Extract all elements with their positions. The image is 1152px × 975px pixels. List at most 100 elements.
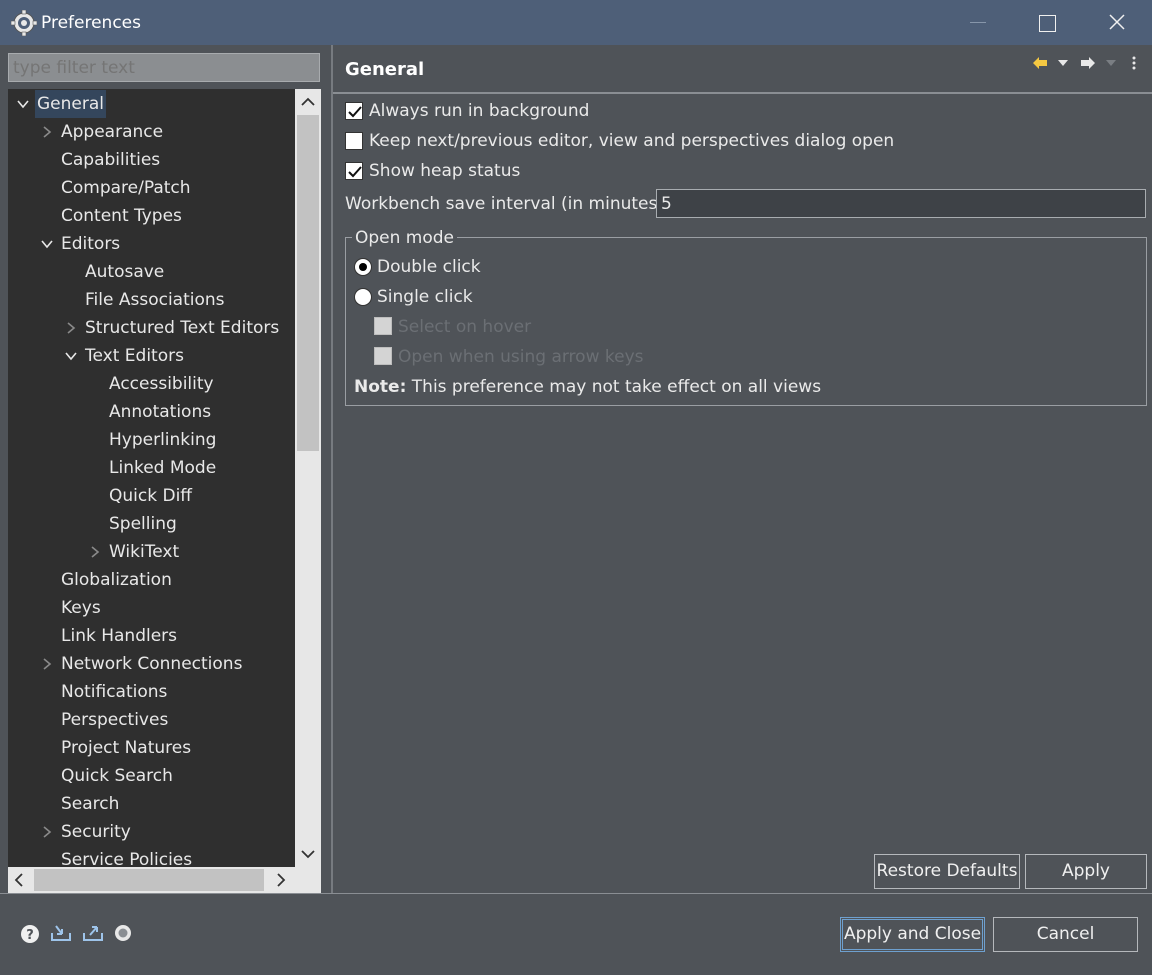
- tree-item[interactable]: WikiText: [8, 538, 295, 566]
- scroll-down-icon[interactable]: [301, 849, 315, 859]
- collapse-chevron-icon[interactable]: [40, 657, 54, 671]
- tree-item[interactable]: Capabilities: [8, 146, 295, 174]
- open-mode-note: Note: This preference may not take effec…: [354, 377, 821, 397]
- apply-and-close-button[interactable]: Apply and Close: [840, 917, 985, 952]
- tree-item[interactable]: Hyperlinking: [8, 426, 295, 454]
- tree-item-label: Quick Search: [61, 766, 173, 786]
- tree-item[interactable]: Linked Mode: [8, 454, 295, 482]
- tree-item[interactable]: Appearance: [8, 118, 295, 146]
- open-arrow-keys-label: Open when using arrow keys: [398, 347, 644, 367]
- tree-item[interactable]: Autosave: [8, 258, 295, 286]
- tree-item-label: Capabilities: [61, 150, 161, 170]
- tree-item[interactable]: Content Types: [8, 202, 295, 230]
- tree-item[interactable]: Globalization: [8, 566, 295, 594]
- checkmark-icon: [348, 106, 362, 118]
- minimize-button[interactable]: [955, 0, 1001, 45]
- export-icon[interactable]: [82, 924, 104, 942]
- apply-button[interactable]: Apply: [1025, 854, 1147, 889]
- radio-button[interactable]: [354, 258, 372, 276]
- radio-button[interactable]: [354, 288, 372, 306]
- collapse-chevron-icon[interactable]: [40, 825, 54, 839]
- tree-item-label: Compare/Patch: [61, 178, 191, 198]
- tree-horizontal-scrollbar[interactable]: [8, 867, 295, 893]
- expand-chevron-icon[interactable]: [40, 237, 54, 251]
- filter-input[interactable]: [8, 53, 320, 82]
- scroll-corner: [295, 867, 321, 893]
- tree-item[interactable]: Search: [8, 790, 295, 818]
- forward-arrow-icon[interactable]: [1080, 56, 1096, 70]
- tree-item-label: Spelling: [109, 514, 177, 534]
- tree-vertical-scrollbar[interactable]: [295, 89, 321, 867]
- always-run-label: Always run in background: [369, 101, 590, 121]
- restore-defaults-button[interactable]: Restore Defaults: [874, 854, 1020, 889]
- header-separator: [333, 92, 1152, 94]
- collapse-chevron-icon[interactable]: [88, 545, 102, 559]
- tree-item[interactable]: Compare/Patch: [8, 174, 295, 202]
- tree-item[interactable]: Spelling: [8, 510, 295, 538]
- checkbox-box[interactable]: [345, 162, 363, 180]
- tree-item-label: Text Editors: [85, 346, 184, 366]
- tree-item-label: Annotations: [109, 402, 212, 422]
- tree-item-label: Accessibility: [109, 374, 214, 394]
- note-label: Note:: [354, 377, 407, 397]
- scroll-thumb[interactable]: [297, 115, 319, 451]
- tree-item[interactable]: Structured Text Editors: [8, 314, 295, 342]
- tree-item[interactable]: Security: [8, 818, 295, 846]
- back-dropdown-icon[interactable]: [1057, 59, 1069, 67]
- single-click-label: Single click: [377, 287, 473, 307]
- preferences-tree[interactable]: General Appearance Capabilities Compare/Pat…: [8, 89, 295, 867]
- tree-item[interactable]: Link Handlers: [8, 622, 295, 650]
- note-text: This preference may not take effect on a…: [406, 377, 822, 397]
- tree-item[interactable]: General: [8, 90, 295, 118]
- tree-item-label: Perspectives: [61, 710, 169, 730]
- view-menu-icon[interactable]: [1131, 56, 1137, 70]
- collapse-chevron-icon[interactable]: [64, 321, 78, 335]
- expand-chevron-icon[interactable]: [16, 97, 30, 111]
- close-button[interactable]: [1094, 0, 1140, 45]
- tree-item[interactable]: Project Natures: [8, 734, 295, 762]
- checkbox-box[interactable]: [345, 132, 363, 150]
- scroll-left-icon[interactable]: [14, 873, 24, 887]
- scroll-up-icon[interactable]: [301, 97, 315, 107]
- tree-item[interactable]: Text Editors: [8, 342, 295, 370]
- tree-item-label: Hyperlinking: [109, 430, 217, 450]
- tree-item-label: Linked Mode: [109, 458, 217, 478]
- oomph-preference-recorder-icon[interactable]: [114, 924, 132, 942]
- tree-item-label: File Associations: [85, 290, 225, 310]
- tree-item[interactable]: Notifications: [8, 678, 295, 706]
- import-icon[interactable]: [50, 924, 72, 942]
- window-title: Preferences: [41, 13, 141, 33]
- save-interval-input[interactable]: [656, 189, 1146, 218]
- tree-item-label: Link Handlers: [61, 626, 178, 646]
- tree-item-label: Service Policies: [61, 850, 193, 867]
- scroll-right-icon[interactable]: [276, 873, 286, 887]
- sash[interactable]: [331, 45, 333, 893]
- scroll-thumb[interactable]: [34, 869, 264, 891]
- svg-text:?: ?: [26, 928, 34, 943]
- tree-item[interactable]: Quick Search: [8, 762, 295, 790]
- save-interval-label: Workbench save interval (in minutes):: [345, 194, 670, 214]
- tree-item[interactable]: Annotations: [8, 398, 295, 426]
- expand-chevron-icon[interactable]: [64, 349, 78, 363]
- forward-dropdown-icon: [1106, 60, 1116, 66]
- cancel-button[interactable]: Cancel: [993, 917, 1138, 952]
- help-icon[interactable]: ?: [20, 924, 40, 944]
- checkbox-box[interactable]: [345, 102, 363, 120]
- open-mode-title: Open mode: [352, 228, 458, 248]
- maximize-button[interactable]: [1024, 0, 1070, 45]
- keep-next-label: Keep next/previous editor, view and pers…: [369, 131, 895, 151]
- tree-item[interactable]: Keys: [8, 594, 295, 622]
- tree-item[interactable]: File Associations: [8, 286, 295, 314]
- tree-item[interactable]: Accessibility: [8, 370, 295, 398]
- tree-item[interactable]: Quick Diff: [8, 482, 295, 510]
- tree-item-label: WikiText: [109, 542, 180, 562]
- double-click-label: Double click: [377, 257, 481, 277]
- close-icon: [1109, 14, 1125, 30]
- back-arrow-icon[interactable]: [1032, 56, 1048, 70]
- tree-item-label: Security: [61, 822, 131, 842]
- collapse-chevron-icon[interactable]: [40, 125, 54, 139]
- tree-item[interactable]: Network Connections: [8, 650, 295, 678]
- tree-item[interactable]: Editors: [8, 230, 295, 258]
- tree-item[interactable]: Service Policies: [8, 846, 295, 867]
- tree-item[interactable]: Perspectives: [8, 706, 295, 734]
